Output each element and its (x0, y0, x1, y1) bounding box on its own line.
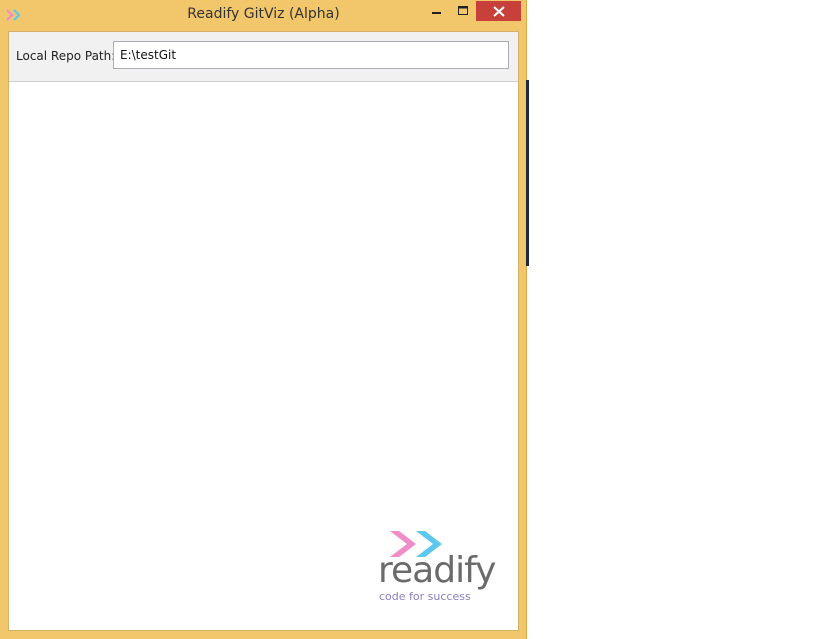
close-button[interactable] (476, 1, 521, 21)
close-icon (492, 5, 505, 17)
maximize-icon (457, 6, 468, 15)
maximize-button[interactable] (450, 1, 476, 21)
logo-wordmark: readify (378, 550, 496, 591)
title-bar[interactable]: Readify GitViz (Alpha) (0, 0, 527, 30)
repo-path-input[interactable] (113, 41, 509, 69)
minimize-icon (432, 12, 441, 14)
background-window-edge (526, 80, 529, 266)
repo-path-label: Local Repo Path: (16, 49, 116, 63)
readify-logo: readify code for success (378, 529, 498, 609)
app-window: Readify GitViz (Alpha) Local Repo Path: (0, 0, 527, 639)
minimize-button[interactable] (424, 1, 450, 21)
logo-tagline: code for success (379, 590, 471, 603)
client-area: Local Repo Path: readify code for succes… (8, 31, 519, 631)
repo-toolbar: Local Repo Path: (9, 32, 518, 82)
